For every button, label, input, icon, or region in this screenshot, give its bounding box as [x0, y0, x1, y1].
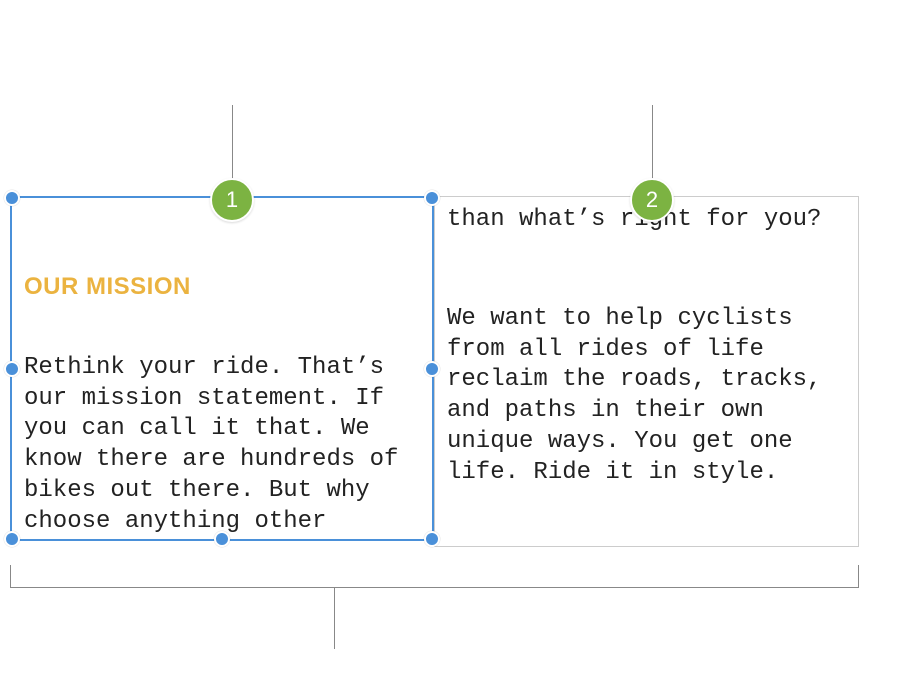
resize-handle-w[interactable] [4, 361, 20, 377]
resize-handle-se[interactable] [424, 531, 440, 547]
resize-handle-ne[interactable] [424, 190, 440, 206]
text-box-1-selected[interactable]: OUR MISSION Rethink your ride. That’s ou… [10, 196, 434, 541]
mission-heading: OUR MISSION [24, 273, 191, 301]
bracket-left-tick [10, 565, 11, 587]
body-text-paragraph-1: Rethink your ride. That’s our mission st… [24, 353, 424, 537]
text-box-container: than what’s right for you? We want to he… [10, 196, 859, 547]
body-text-paragraph-2: We want to help cyclists from all rides … [447, 304, 848, 488]
resize-handle-s[interactable] [214, 531, 230, 547]
resize-handle-e[interactable] [424, 361, 440, 377]
callout-badge-1: 1 [210, 178, 254, 222]
callout-badge-2-label: 2 [646, 187, 658, 213]
bracket-right-tick [858, 565, 859, 587]
callout-badge-1-label: 1 [226, 187, 238, 213]
text-box-2[interactable]: than what’s right for you? We want to he… [434, 196, 859, 547]
callout-badge-2: 2 [630, 178, 674, 222]
bracket-stem [334, 587, 335, 649]
bracket-horizontal [10, 587, 859, 588]
resize-handle-nw[interactable] [4, 190, 20, 206]
resize-handle-sw[interactable] [4, 531, 20, 547]
